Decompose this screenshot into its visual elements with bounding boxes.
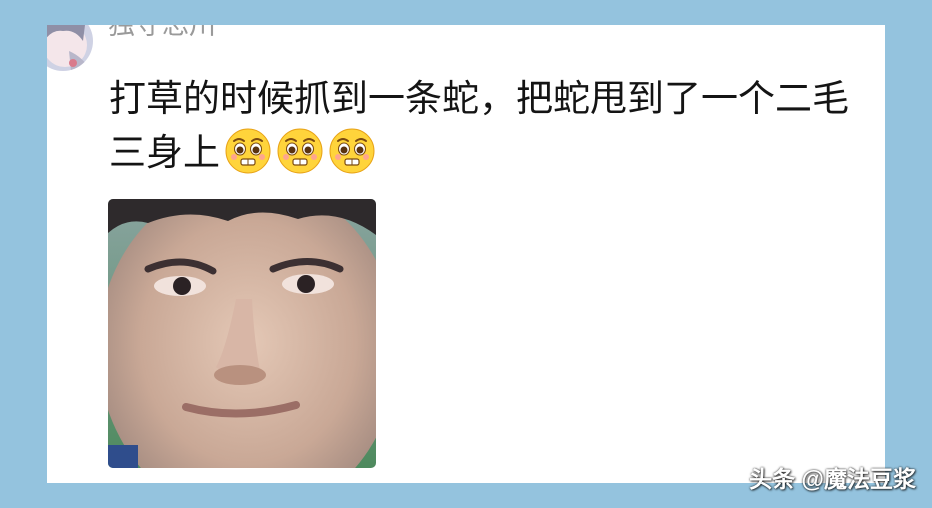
emoji-row: [220, 128, 376, 174]
attached-photo[interactable]: [108, 199, 376, 468]
watermark: 头条 @魔法豆浆: [749, 466, 916, 492]
username[interactable]: 独守忘川: [108, 25, 216, 41]
pleading-face-emoji: [329, 128, 375, 174]
avatar-image: [47, 25, 93, 71]
pleading-face-emoji: [225, 128, 271, 174]
comment-card: 独守忘川 打草的时候抓到一条蛇，把蛇甩到了一个二毛三身上: [47, 25, 885, 483]
pleading-face-emoji: [277, 128, 323, 174]
user-avatar[interactable]: [47, 25, 93, 71]
comment-body: 打草的时候抓到一条蛇，把蛇甩到了一个二毛三身上: [109, 72, 849, 180]
face-photo: [108, 199, 376, 468]
